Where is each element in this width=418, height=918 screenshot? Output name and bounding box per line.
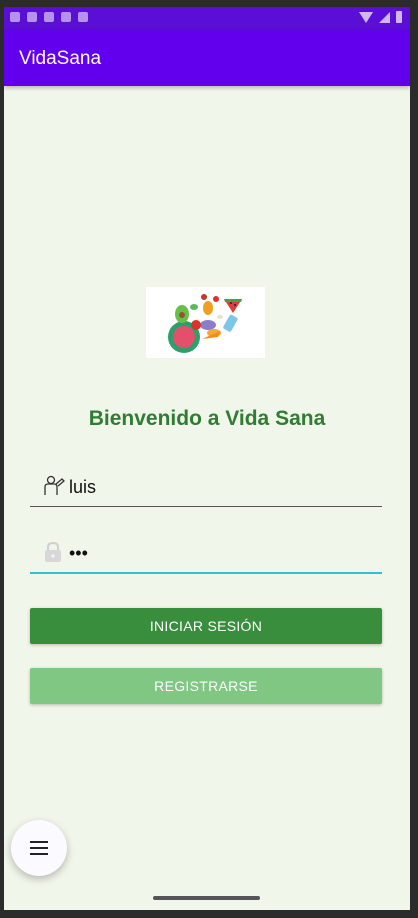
user-icon bbox=[42, 474, 66, 498]
notification-icons bbox=[10, 12, 88, 22]
menu-fab[interactable] bbox=[11, 820, 67, 876]
phone-screen: VidaSana Bienvenido a Vida Sana luis •••… bbox=[4, 7, 410, 910]
password-field[interactable]: ••• bbox=[30, 532, 382, 574]
register-button[interactable]: REGISTRARSE bbox=[30, 668, 382, 704]
gesture-nav-handle[interactable] bbox=[153, 896, 260, 900]
username-field[interactable]: luis bbox=[30, 466, 382, 507]
notification-icon bbox=[10, 12, 20, 22]
app-bar: VidaSana bbox=[4, 30, 410, 86]
system-icons bbox=[359, 11, 402, 23]
app-title: VidaSana bbox=[19, 48, 102, 69]
password-value: ••• bbox=[69, 543, 88, 563]
healthy-food-illustration bbox=[168, 294, 242, 353]
signal-icon bbox=[379, 11, 390, 23]
login-button[interactable]: INICIAR SESIÓN bbox=[30, 608, 382, 644]
notification-icon bbox=[44, 12, 54, 22]
menu-icon bbox=[30, 841, 48, 855]
healthy-food-logo bbox=[146, 287, 265, 358]
lock-icon bbox=[42, 540, 66, 564]
wifi-icon bbox=[359, 11, 373, 23]
username-value: luis bbox=[69, 477, 97, 497]
status-bar bbox=[4, 7, 410, 30]
notification-icon bbox=[27, 12, 37, 22]
notification-icon bbox=[78, 12, 88, 22]
welcome-heading: Bienvenido a Vida Sana bbox=[88, 407, 326, 430]
notification-icon bbox=[61, 12, 71, 22]
battery-icon bbox=[396, 11, 402, 23]
